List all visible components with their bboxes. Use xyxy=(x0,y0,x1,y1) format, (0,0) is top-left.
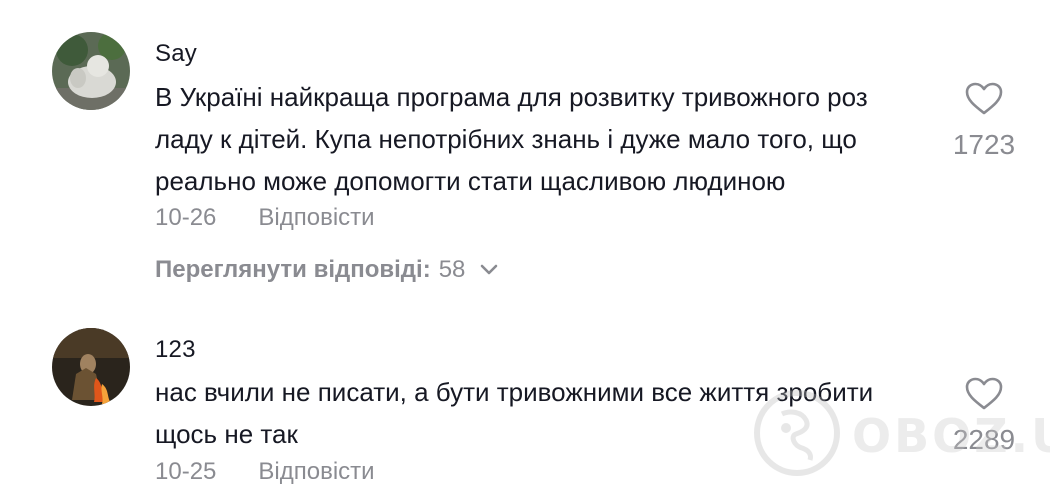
heart-outline-icon[interactable] xyxy=(944,82,1024,121)
comment-username[interactable]: Say xyxy=(155,40,197,68)
comment-text: нас вчили не писати, а бути тривожними в… xyxy=(155,371,935,455)
view-replies-button[interactable]: Переглянути відповіді: 58 xyxy=(155,256,499,284)
comment-date: 10-25 xyxy=(155,458,217,485)
like-section: 2289 xyxy=(944,377,1024,456)
reply-button[interactable]: Відповісти xyxy=(258,204,374,232)
comment-username[interactable]: 123 xyxy=(155,336,196,364)
reply-button[interactable]: Відповісти xyxy=(258,458,374,486)
avatar[interactable] xyxy=(52,32,130,110)
chevron-down-icon xyxy=(479,263,499,277)
comment-text-line: нас вчили не писати, а бути тривожними в… xyxy=(155,377,874,407)
view-replies-label: Переглянути відповіді: xyxy=(155,256,431,283)
like-count: 1723 xyxy=(952,129,1016,160)
comment-text-line: щось не так xyxy=(155,419,298,449)
heart-outline-icon[interactable] xyxy=(944,377,1024,416)
comment-text: В Україні найкраща програма для розвитку… xyxy=(155,76,935,202)
comment-text-line: В Україні найкраща програма для розвитку… xyxy=(155,82,868,112)
comment-date: 10-26 xyxy=(155,204,217,231)
avatar[interactable] xyxy=(52,328,130,406)
comment-text-line: ладу к дітей. Купа непотрібних знань і д… xyxy=(155,124,857,154)
comment-meta: 10-25 Відповісти xyxy=(155,458,375,486)
like-section: 1723 xyxy=(944,82,1024,161)
like-count: 2289 xyxy=(952,424,1016,455)
comments-page: Say В Україні найкраща програма для розв… xyxy=(0,0,1050,500)
comment-text-line: реально може допомогти стати щасливою лю… xyxy=(155,166,786,196)
view-replies-count: 58 xyxy=(438,256,466,283)
comment-meta: 10-26 Відповісти xyxy=(155,204,375,232)
